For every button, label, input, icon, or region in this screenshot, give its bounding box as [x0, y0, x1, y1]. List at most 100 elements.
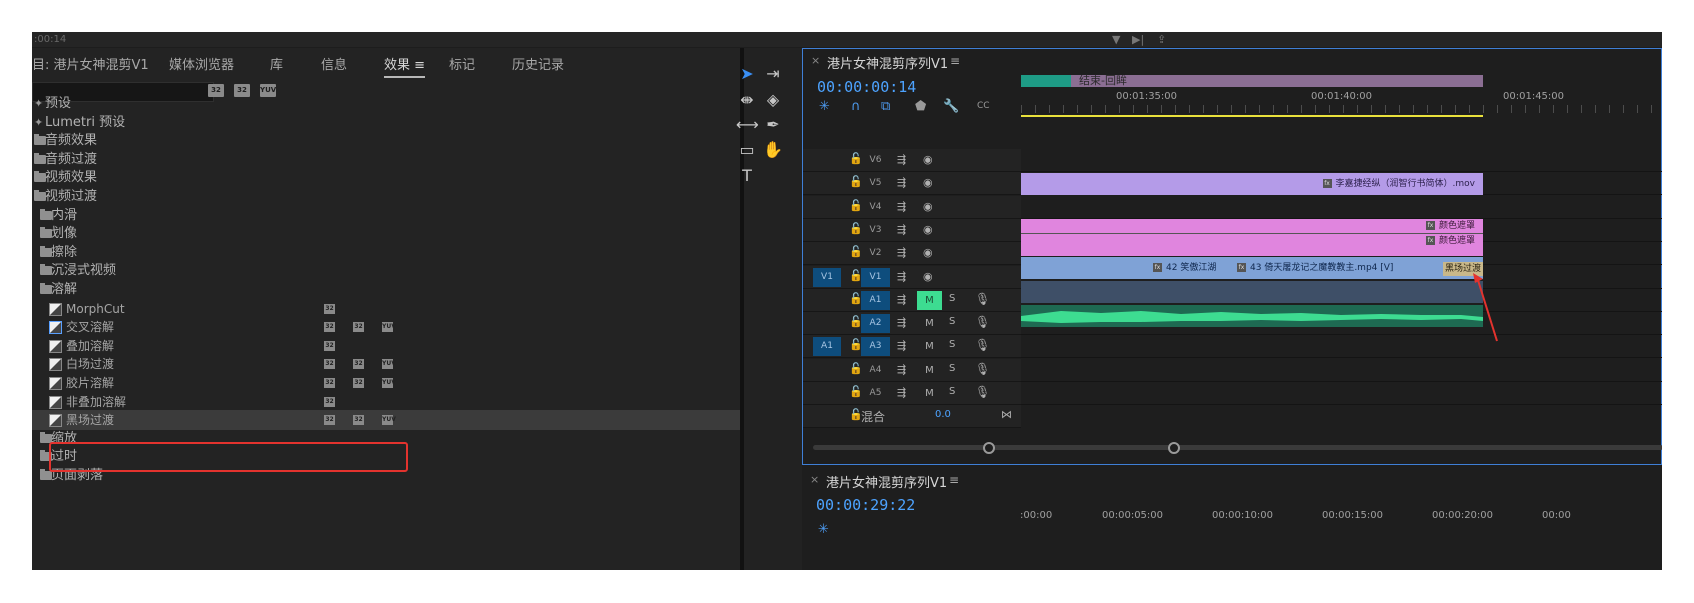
effect-item[interactable]: 叠加溶解 32 [32, 336, 740, 356]
mix-value[interactable]: 0.0 [935, 409, 951, 420]
folder-item[interactable]: 视频过渡 [32, 187, 740, 207]
sync-lock-icon[interactable]: ⇶ [897, 223, 906, 236]
source-patch[interactable]: V1 [813, 267, 841, 287]
tab-project[interactable]: 目: 港片女神混剪V1 [32, 54, 149, 73]
folder-item[interactable]: 音频过渡 [32, 150, 740, 170]
preset-item[interactable]: ✦ 预设 [32, 94, 740, 114]
effect-item[interactable]: 非叠加溶解 32 [32, 392, 740, 412]
nest-icon[interactable]: ✳ [819, 99, 830, 114]
mute-button[interactable]: M [917, 314, 942, 333]
close-icon[interactable]: × [811, 54, 820, 67]
selection-tool-icon[interactable]: ➤ [736, 64, 758, 84]
nest-icon[interactable]: ✳ [818, 522, 829, 537]
clip-v5[interactable]: fx 李嘉捷经纵（润智行书简体）.mov [1021, 173, 1483, 195]
sync-lock-icon[interactable]: ⇶ [897, 176, 906, 189]
captions-icon[interactable]: CC [977, 101, 990, 111]
source-patch[interactable]: A1 [813, 337, 841, 357]
folder-item[interactable]: 擦除 [32, 243, 740, 263]
folder-item[interactable]: 划像 [32, 224, 740, 244]
type-tool-icon[interactable]: T [736, 166, 758, 186]
mute-button[interactable]: M [917, 337, 942, 356]
track-target[interactable]: A4 [861, 361, 890, 380]
mute-button[interactable]: M [917, 361, 942, 380]
clip-v3[interactable]: fx 颜色遮罩 [1021, 219, 1483, 234]
folder-item[interactable]: 溶解 [32, 280, 740, 300]
track-target[interactable]: A2 [861, 314, 890, 334]
snap-icon[interactable]: ∩ [851, 99, 861, 114]
add-marker-icon[interactable]: ⬟ [915, 99, 926, 114]
sync-lock-icon[interactable]: ⇶ [897, 316, 906, 329]
track-target[interactable]: V2 [861, 244, 890, 263]
rectangle-tool-icon[interactable]: ▭ [736, 140, 758, 160]
track-lane[interactable] [1021, 149, 1662, 172]
wrench-icon[interactable]: 🔧 [943, 99, 959, 114]
solo-button[interactable]: S [949, 386, 955, 397]
tab-media-browser[interactable]: 媒体浏览器 [169, 54, 234, 73]
sync-lock-icon[interactable]: ⇶ [897, 200, 906, 213]
tab-history[interactable]: 历史记录 [512, 54, 564, 73]
effect-item[interactable]: 白场过渡 32 32 YUV [32, 354, 740, 374]
track-target[interactable]: V4 [861, 198, 890, 217]
sequence-tab[interactable]: 港片女神混剪序列V1 [827, 53, 948, 72]
mute-button[interactable]: M [917, 290, 942, 310]
timeline-scrollbar[interactable] [813, 442, 1662, 454]
folder-item[interactable]: 内滑 [32, 206, 740, 226]
filter-icon[interactable]: ▼ [1112, 32, 1120, 47]
eye-icon[interactable]: ◉ [923, 223, 933, 236]
sync-lock-icon[interactable]: ⇶ [897, 339, 906, 352]
tab-effects[interactable]: 效果 ≡ [384, 54, 426, 78]
track-target[interactable]: V3 [861, 221, 890, 240]
microphone-icon[interactable]: 🎙 [975, 385, 990, 399]
effect-item[interactable]: MorphCut 32 [32, 299, 740, 319]
tab-library[interactable]: 库 [270, 54, 283, 73]
clip-v1[interactable]: fx 42 笑傲江湖 fx 43 倚天屠龙记之魔教教主.mp4 [V] 黑场过渡 [1021, 257, 1483, 279]
sync-lock-icon[interactable]: ⇶ [897, 293, 906, 306]
export-icon[interactable]: ⇪ [1157, 32, 1166, 47]
track-target[interactable]: V5 [861, 174, 890, 193]
solo-button[interactable]: S [949, 339, 955, 350]
sync-lock-icon[interactable]: ⇶ [897, 386, 906, 399]
marker-range[interactable]: 结束-回眸 [1071, 75, 1483, 87]
track-select-tool-icon[interactable]: ⇥ [762, 64, 784, 84]
preset-item[interactable]: ✦ Lumetri 预设 [32, 113, 740, 133]
solo-button[interactable]: S [949, 316, 955, 327]
clip-a2[interactable] [1021, 305, 1483, 327]
effect-item[interactable]: 胶片溶解 32 32 YUV [32, 373, 740, 393]
clip-a1[interactable] [1021, 281, 1483, 303]
tab-menu-icon[interactable]: ≡ [414, 58, 425, 73]
track-lane[interactable] [1021, 335, 1662, 359]
hand-tool-icon[interactable]: ✋ [762, 140, 784, 160]
linked-selection-icon[interactable]: ⧉ [881, 99, 890, 114]
eye-icon[interactable]: ◉ [923, 200, 933, 213]
track-target[interactable]: V1 [861, 267, 890, 287]
eye-icon[interactable]: ◉ [923, 246, 933, 259]
folder-item[interactable]: 视频效果 [32, 168, 740, 188]
pen-tool-icon[interactable]: ✒ [762, 115, 784, 135]
solo-button[interactable]: S [949, 293, 955, 304]
folder-item[interactable]: 音频效果 [32, 131, 740, 151]
solo-button[interactable]: S [949, 363, 955, 374]
tab-markers[interactable]: 标记 [449, 54, 475, 73]
effect-item[interactable]: 黑场过渡 32 32 YUV [32, 410, 740, 431]
sequence-menu-icon[interactable]: ≡ [950, 54, 960, 68]
scroll-handle-right[interactable] [1168, 442, 1180, 454]
track-lane[interactable] [1021, 382, 1662, 405]
microphone-icon[interactable]: 🎙 [975, 338, 990, 352]
track-target[interactable]: A3 [861, 337, 890, 357]
razor-tool-icon[interactable]: ◈ [762, 90, 784, 110]
folder-item[interactable]: 沉浸式视频 [32, 261, 740, 281]
track-lane[interactable] [1021, 196, 1662, 219]
bowtie-icon[interactable]: ⋈ [1001, 408, 1012, 421]
track-lane[interactable] [1021, 359, 1662, 382]
track-target[interactable]: V6 [861, 151, 890, 170]
sync-lock-icon[interactable]: ⇶ [897, 153, 906, 166]
effect-item[interactable]: 交叉溶解 32 32 YUV [32, 317, 740, 337]
clip-v2[interactable]: fx 颜色遮罩 [1021, 234, 1483, 256]
eye-icon[interactable]: ◉ [923, 153, 933, 166]
microphone-icon[interactable]: 🎙 [975, 292, 990, 306]
sync-lock-icon[interactable]: ⇶ [897, 246, 906, 259]
playhead-timecode[interactable]: 00:00:00:14 [817, 78, 916, 96]
scroll-handle-left[interactable] [983, 442, 995, 454]
close-icon[interactable]: × [810, 473, 819, 486]
microphone-icon[interactable]: 🎙 [975, 362, 990, 376]
